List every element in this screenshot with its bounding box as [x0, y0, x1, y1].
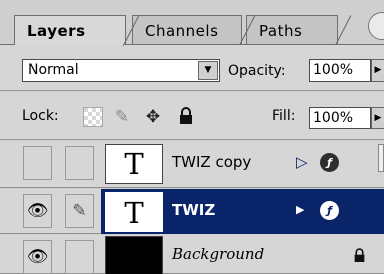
expand-triangle-icon[interactable]: ▷ [296, 153, 308, 171]
layer-row-background[interactable]: 👁 Background [0, 235, 384, 274]
layers-panel: Paths Channels Layers Normal ▼ Opacity: … [0, 0, 384, 274]
link-toggle[interactable] [65, 146, 94, 180]
opacity-label: Opacity: [228, 63, 286, 79]
layer-row-twiz[interactable]: 👁 ✎ T TWIZ ▶ ƒ [0, 189, 384, 234]
expand-triangle-icon[interactable]: ▶ [296, 203, 304, 216]
padlock-icon[interactable] [176, 107, 196, 127]
lock-label: Lock: [22, 108, 59, 124]
tab-channels[interactable]: Channels [132, 15, 255, 46]
visibility-toggle[interactable] [23, 146, 52, 180]
layer-thumbnail: T [105, 144, 163, 184]
blend-mode-select[interactable]: Normal ▼ [22, 59, 220, 82]
layer-name[interactable]: Background [172, 245, 264, 263]
tab-layers-label: Layers [27, 22, 86, 40]
layer-row-twiz-copy[interactable]: T TWIZ copy ▷ ƒ [0, 141, 384, 188]
lock-icon [353, 248, 366, 267]
layer-thumbnail [105, 236, 163, 274]
layer-thumbnail: T [105, 192, 163, 232]
layer-name[interactable]: TWIZ [172, 201, 215, 219]
fill-slider-arrow-icon[interactable]: ▶ [371, 107, 384, 129]
chevron-down-icon[interactable]: ▼ [198, 61, 218, 80]
tab-strip: Paths Channels Layers [0, 0, 384, 46]
scrollbar-thumb[interactable] [378, 144, 384, 172]
paintbrush-icon[interactable]: ✎ [65, 194, 94, 228]
opacity-slider-arrow-icon[interactable]: ▶ [371, 59, 384, 82]
paint-brush-lock-icon[interactable]: ✎ [112, 107, 132, 127]
fill-label: Fill: [272, 108, 296, 124]
layer-name[interactable]: TWIZ copy [172, 153, 251, 171]
tab-layers[interactable]: Layers [14, 15, 139, 46]
lock-row: Lock: ✎ ✥ Fill: 100% ▶ [0, 92, 384, 140]
transparency-lock-icon[interactable] [83, 107, 103, 127]
blend-mode-value: Normal [28, 62, 79, 78]
tab-channels-label: Channels [145, 22, 219, 40]
tab-paths[interactable]: Paths [246, 15, 351, 46]
panel-menu-button[interactable] [368, 12, 384, 40]
move-lock-icon[interactable]: ✥ [143, 107, 163, 127]
link-toggle[interactable] [65, 240, 94, 274]
layer-effects-icon[interactable]: ƒ [320, 153, 339, 172]
layer-effects-icon[interactable]: ƒ [320, 201, 339, 220]
tab-paths-label: Paths [259, 22, 303, 40]
fill-input[interactable]: 100% [309, 107, 371, 129]
eye-icon[interactable]: 👁 [23, 240, 52, 274]
eye-icon[interactable]: 👁 [23, 194, 52, 228]
blend-row: Normal ▼ Opacity: 100% ▶ [0, 45, 384, 91]
opacity-input[interactable]: 100% [309, 59, 371, 82]
